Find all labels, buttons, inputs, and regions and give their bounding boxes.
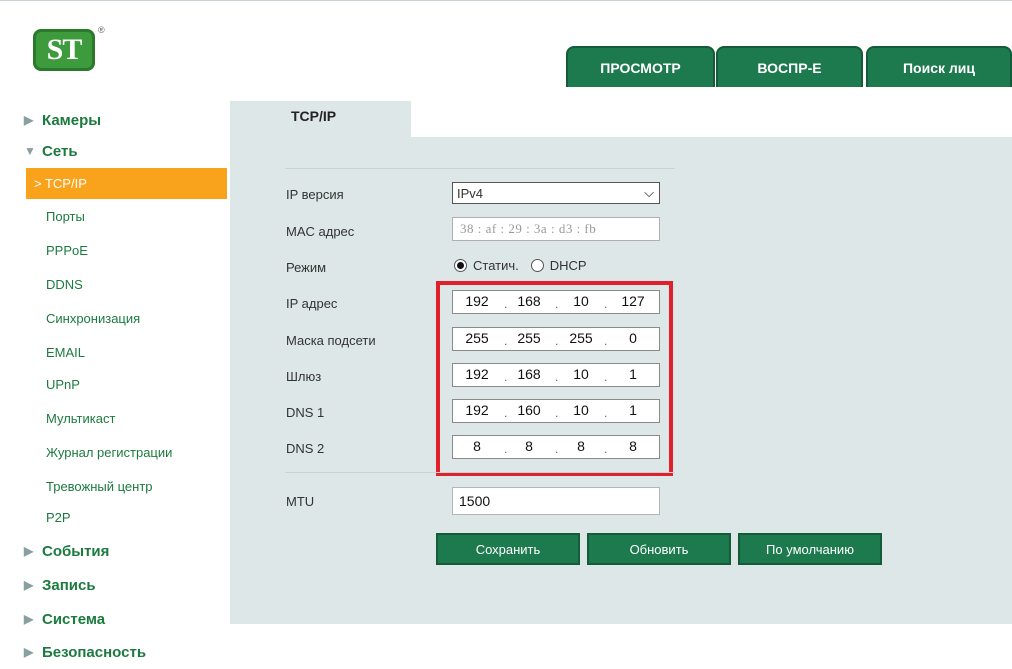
sidebar-group-record[interactable]: ▶ Запись	[24, 573, 96, 597]
sidebar-group-label: Сеть	[42, 142, 78, 160]
sidebar-item-upnp[interactable]: UPnP	[46, 373, 80, 395]
sidebar-item-alarm-center[interactable]: Тревожный центр	[46, 475, 153, 497]
divider	[285, 472, 675, 473]
tab-playback[interactable]: ВОСПР-Е	[716, 46, 863, 87]
dns2-label: DNS 2	[286, 441, 325, 456]
tab-live-view[interactable]: ПРОСМОТР	[566, 46, 715, 87]
ip-version-select[interactable]: IPv4 ⌵	[452, 182, 660, 204]
sidebar-group-label: Камеры	[42, 111, 102, 129]
header: ST ® ПРОСМОТР ВОСПР-Е Поиск лиц	[0, 0, 1012, 88]
logo-registered-mark: ®	[98, 25, 105, 35]
sidebar-group-label: Система	[42, 610, 106, 628]
sidebar-group-label: Запись	[42, 576, 96, 594]
expand-arrow-icon: ▶	[24, 544, 34, 558]
mode-dhcp-radio[interactable]	[530, 259, 544, 272]
mtu-label: MTU	[286, 494, 315, 509]
mac-label: MAC адрес	[286, 224, 355, 239]
sidebar-group-network[interactable]: ▼ Сеть	[24, 139, 78, 163]
sidebar-group-system[interactable]: ▶ Система	[24, 607, 105, 631]
divider	[285, 168, 675, 169]
expand-arrow-icon: ▶	[24, 612, 34, 626]
chevron-down-icon: ⌵	[644, 185, 654, 200]
mode-static-radio[interactable]	[454, 259, 467, 272]
sidebar-item-multicast[interactable]: Мультикаст	[46, 407, 115, 429]
expand-arrow-icon: ▶	[24, 578, 34, 592]
sidebar-item-email[interactable]: EMAIL	[46, 341, 85, 363]
sidebar-group-events[interactable]: ▶ События	[24, 539, 109, 563]
mask-label: Маска подсети	[286, 333, 376, 348]
gateway-label: Шлюз	[286, 369, 322, 384]
tab-strip	[411, 101, 1012, 137]
refresh-button[interactable]: Обновить	[587, 533, 731, 565]
mode-radio-group: Статич. DHCP	[454, 258, 587, 273]
sidebar-group-label: События	[42, 542, 110, 560]
mode-label: Режим	[286, 260, 327, 275]
highlight-frame	[436, 281, 673, 476]
dns1-label: DNS 1	[286, 405, 325, 420]
save-button[interactable]: Сохранить	[436, 533, 580, 565]
sidebar-item-ports[interactable]: Порты	[46, 205, 85, 227]
sidebar-item-sync[interactable]: Синхронизация	[46, 307, 140, 329]
mac-address-field: 38 : af : 29 : 3a : d3 : fb	[452, 217, 660, 241]
expand-arrow-icon: ▶	[24, 645, 34, 659]
tab-face-search[interactable]: Поиск лиц	[866, 46, 1012, 87]
sidebar-item-log[interactable]: Журнал регистрации	[46, 441, 172, 463]
mode-static-label: Статич.	[473, 258, 519, 273]
sidebar-item-p2p[interactable]: P2P	[46, 506, 71, 528]
sidebar-item-ddns[interactable]: DDNS	[46, 273, 83, 295]
mode-dhcp-label: DHCP	[549, 258, 587, 273]
ip-label: IP адрес	[286, 296, 338, 311]
logo-text: ST	[46, 33, 83, 66]
sidebar-item-label: > TCP/IP	[34, 176, 87, 191]
default-button[interactable]: По умолчанию	[738, 533, 882, 565]
panel-tab-label: TCP/IP	[291, 108, 337, 124]
expand-arrow-icon: ▶	[24, 113, 34, 127]
collapse-arrow-icon: ▼	[24, 144, 36, 158]
logo: ST	[33, 29, 95, 71]
sidebar-group-cameras[interactable]: ▶ Камеры	[24, 108, 101, 132]
sidebar-group-security[interactable]: ▶ Безопасность	[24, 640, 146, 664]
sidebar-item-pppoe[interactable]: PPPoE	[46, 239, 88, 261]
ip-version-label: IP версия	[286, 187, 344, 202]
sidebar-item-tcpip[interactable]: > TCP/IP	[26, 168, 227, 199]
sidebar-group-label: Безопасность	[42, 643, 147, 661]
mtu-input[interactable]: 1500	[452, 487, 660, 515]
ip-version-value: IPv4	[457, 185, 484, 201]
